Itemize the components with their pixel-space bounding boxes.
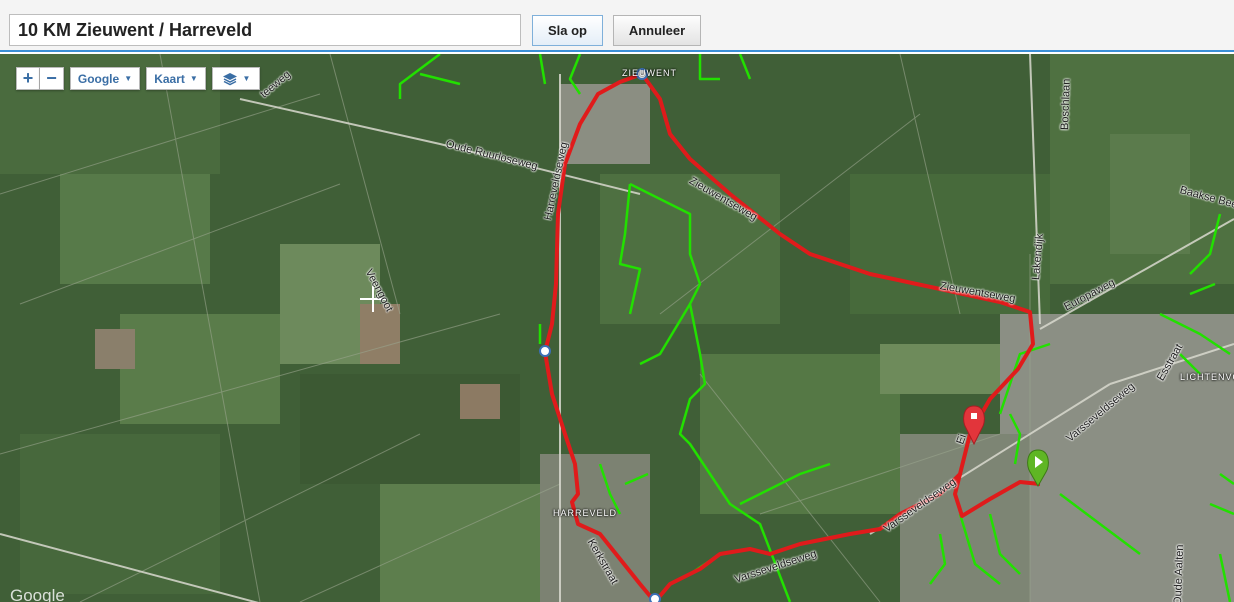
route-title-input[interactable] bbox=[9, 14, 521, 46]
map-type-dropdown-label: Kaart bbox=[154, 71, 185, 86]
place-label-lichtenvoorde: LICHTENVO bbox=[1180, 372, 1234, 382]
save-button[interactable]: Sla op bbox=[532, 15, 603, 46]
layers-dropdown[interactable]: ▼ bbox=[212, 67, 260, 90]
map-watermark: Google bbox=[10, 586, 65, 602]
provider-dropdown[interactable]: Google ▼ bbox=[70, 67, 140, 90]
caret-down-icon: ▼ bbox=[189, 74, 198, 83]
map-canvas[interactable]: + − Google ▼ Kaart ▼ ▼ ZIEUWENT HARREVEL… bbox=[0, 54, 1234, 602]
zoom-in-button[interactable]: + bbox=[16, 67, 40, 90]
street-label: Oude Aalten bbox=[1172, 544, 1187, 602]
cancel-button[interactable]: Annuleer bbox=[613, 15, 701, 46]
toolbar: Sla op Annuleer bbox=[0, 0, 1234, 52]
place-label-harreveld: HARREVELD bbox=[553, 508, 618, 518]
caret-down-icon: ▼ bbox=[242, 74, 251, 83]
waypoint-marker[interactable] bbox=[539, 345, 551, 357]
provider-dropdown-label: Google bbox=[77, 71, 120, 86]
caret-down-icon: ▼ bbox=[124, 74, 133, 83]
street-label: Boschlaan bbox=[1059, 78, 1073, 131]
layers-icon bbox=[222, 72, 237, 85]
waypoint-marker[interactable] bbox=[649, 593, 661, 602]
place-label-zieuwent: ZIEUWENT bbox=[622, 68, 677, 78]
satellite-map bbox=[0, 54, 1234, 602]
map-type-dropdown[interactable]: Kaart ▼ bbox=[146, 67, 206, 90]
zoom-out-button[interactable]: − bbox=[40, 67, 64, 90]
